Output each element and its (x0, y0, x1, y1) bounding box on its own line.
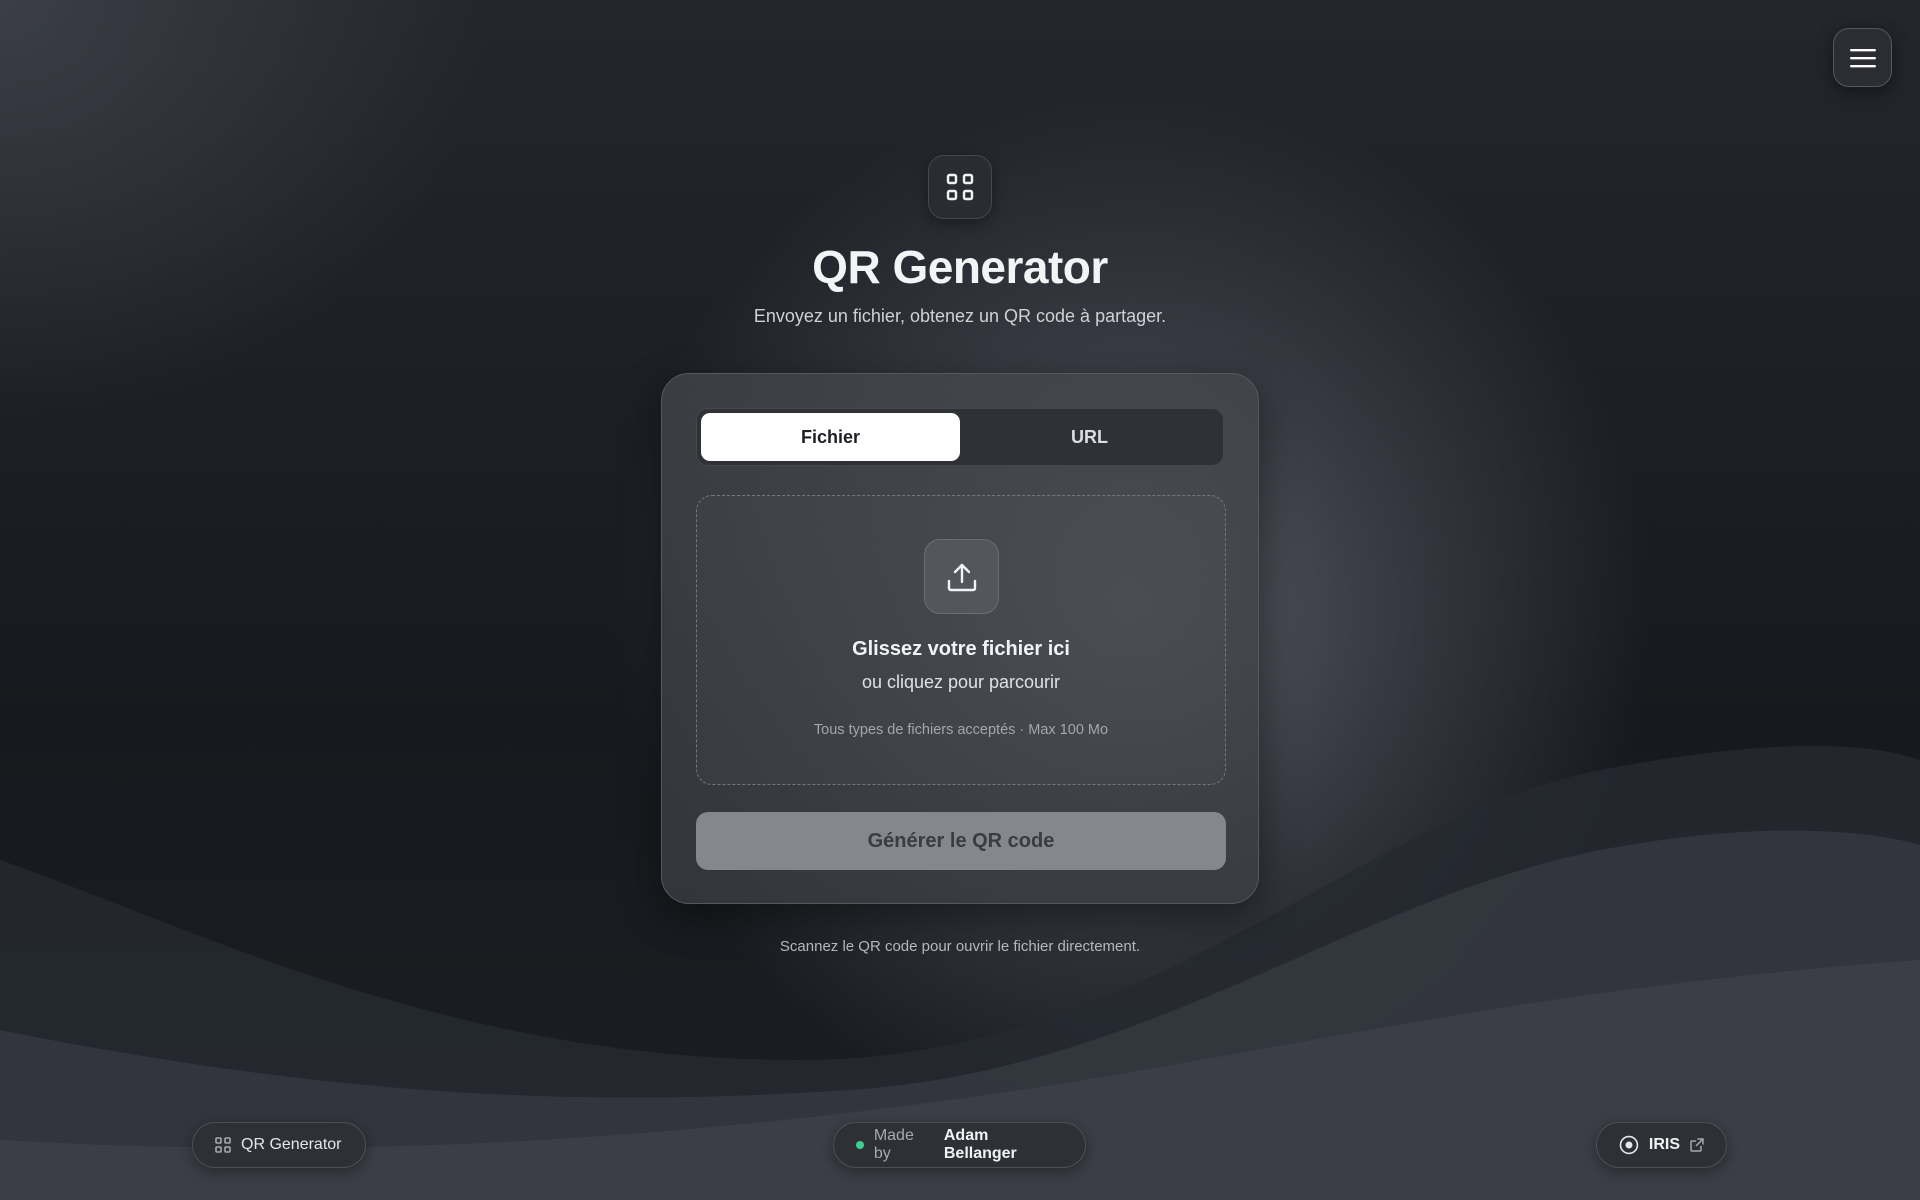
page-subtitle: Envoyez un fichier, obtenez un QR code à… (753, 306, 1167, 326)
hamburger-icon (1849, 48, 1876, 67)
footer-iris-link[interactable]: IRIS (1596, 1122, 1727, 1168)
target-icon (1619, 1135, 1639, 1155)
status-dot (856, 1141, 864, 1149)
author-name: Adam Bellanger (943, 1127, 1017, 1162)
qr-scan-icon (215, 1137, 231, 1153)
app-logo (928, 155, 992, 219)
upload-card: Fichier URL Glissez votre fichier ici ou… (661, 373, 1259, 904)
file-dropzone[interactable]: Glissez votre fichier ici ou cliquez pou… (696, 495, 1226, 785)
upload-icon-box (924, 539, 999, 614)
iris-label: IRIS (1648, 1136, 1681, 1153)
footer-app-link[interactable]: QR Generator (192, 1122, 366, 1168)
made-by-label: Made by (873, 1127, 914, 1162)
menu-button[interactable] (1833, 28, 1892, 87)
page-title: QR Generator (812, 241, 1108, 293)
qr-scan-icon (946, 173, 974, 201)
mode-tabs: Fichier URL (696, 408, 1224, 466)
scan-hint: Scannez le QR code pour ouvrir le fichie… (779, 938, 1141, 955)
external-link-icon (1690, 1138, 1704, 1152)
dropzone-title: Glissez votre fichier ici (852, 638, 1070, 660)
footer-app-label: QR Generator (241, 1136, 342, 1153)
footer-credits: Made by Adam Bellanger (833, 1122, 1086, 1168)
dropzone-subtitle: ou cliquez pour parcourir (861, 672, 1061, 692)
tab-url[interactable]: URL (960, 413, 1219, 461)
dropzone-note: Tous types de fichiers acceptés · Max 10… (813, 722, 1109, 738)
generate-qr-button[interactable]: Générer le QR code (696, 812, 1226, 870)
tab-fichier[interactable]: Fichier (701, 413, 960, 461)
upload-icon (947, 563, 976, 591)
